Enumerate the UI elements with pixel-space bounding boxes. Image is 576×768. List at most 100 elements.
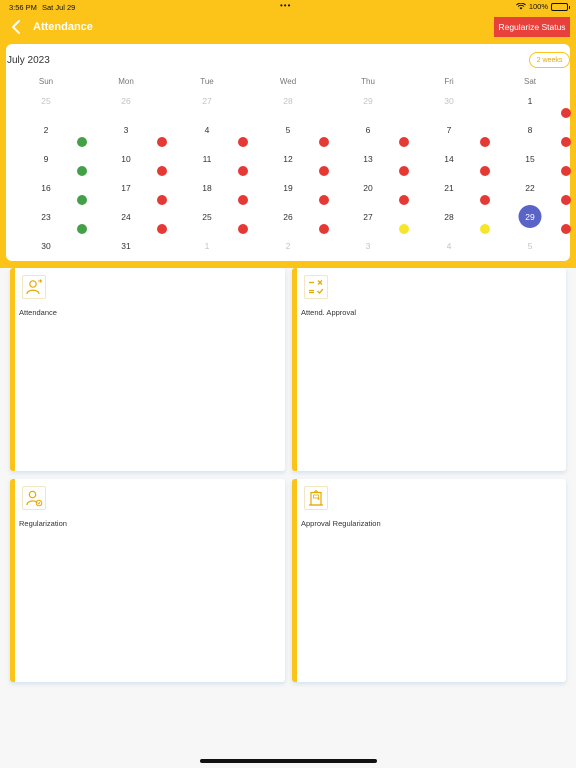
tile-label: Attendance — [19, 308, 57, 317]
status-right: 100% — [515, 2, 570, 11]
weekday-label: Sun — [38, 77, 54, 86]
day-cell[interactable]: 3 — [366, 241, 371, 251]
day-cell[interactable]: 28 — [444, 212, 453, 222]
absent-status-dot — [561, 195, 571, 205]
day-cell[interactable]: 25 — [41, 96, 50, 106]
approval-regularization-tile[interactable]: Approval Regularization — [292, 479, 566, 682]
partial-status-dot — [480, 224, 490, 234]
day-cell[interactable]: 27 — [363, 212, 372, 222]
day-cell[interactable]: 28 — [283, 96, 292, 106]
day-cell[interactable]: 1 — [528, 96, 533, 106]
calculator-approval-icon — [304, 275, 328, 299]
absent-status-dot — [561, 108, 571, 118]
day-cell[interactable]: 7 — [447, 125, 452, 135]
multitask-dots[interactable]: ••• — [280, 1, 291, 10]
weekday-label: Tue — [200, 77, 214, 86]
attendance-calendar: July 2023 2 weeks Sun Mon Tue Wed Thu Fri Sat 2… — [6, 44, 571, 261]
weekday-label: Thu — [361, 77, 375, 86]
day-cell[interactable]: 19 — [283, 183, 292, 193]
battery-icon — [551, 2, 570, 11]
status-date: Sat Jul 29 — [42, 3, 76, 12]
absent-status-dot — [157, 166, 167, 176]
absent-status-dot — [561, 224, 571, 234]
partial-status-dot — [399, 224, 409, 234]
day-cell[interactable]: 16 — [41, 183, 50, 193]
user-check-icon — [22, 486, 46, 510]
day-cell[interactable]: 5 — [528, 241, 533, 251]
absent-status-dot — [157, 195, 167, 205]
chevron-left-icon[interactable] — [10, 19, 24, 35]
day-cell[interactable]: 30 — [444, 96, 453, 106]
absent-status-dot — [238, 166, 248, 176]
wifi-icon — [515, 3, 526, 10]
user-attendance-icon — [22, 275, 46, 299]
status-time: 3:56 PM — [9, 3, 37, 12]
day-cell[interactable]: 25 — [202, 212, 211, 222]
absent-status-dot — [238, 195, 248, 205]
status-bar: 3:56 PM Sat Jul 29 ••• 100% — [0, 0, 576, 14]
day-cell[interactable]: 31 — [121, 241, 130, 251]
battery-percent: 100% — [528, 2, 548, 11]
absent-status-dot — [399, 137, 409, 147]
day-cell[interactable]: 20 — [363, 183, 372, 193]
absent-status-dot — [157, 137, 167, 147]
day-cell[interactable]: 30 — [41, 241, 50, 251]
absent-status-dot — [319, 166, 329, 176]
day-cell[interactable]: 2 — [286, 241, 291, 251]
regularization-tile[interactable]: Regularization — [10, 479, 285, 682]
absent-status-dot — [157, 224, 167, 234]
weekday-label: Mon — [118, 77, 134, 86]
present-status-dot — [77, 195, 87, 205]
day-cell[interactable]: 27 — [202, 96, 211, 106]
day-cell[interactable]: 5 — [286, 125, 291, 135]
day-cell[interactable]: 21 — [444, 183, 453, 193]
present-status-dot — [77, 137, 87, 147]
day-cell[interactable]: 18 — [202, 183, 211, 193]
day-cell[interactable]: 8 — [528, 125, 533, 135]
view-toggle-button[interactable]: 2 weeks — [529, 52, 570, 68]
weekday-label: Wed — [279, 77, 297, 86]
day-cell[interactable]: 22 — [525, 183, 534, 193]
day-cell[interactable]: 1 — [205, 241, 210, 251]
absent-status-dot — [319, 195, 329, 205]
absent-status-dot — [319, 224, 329, 234]
day-cell[interactable]: 14 — [444, 154, 453, 164]
absent-status-dot — [319, 137, 329, 147]
day-cell[interactable]: 29 — [363, 96, 372, 106]
day-cell[interactable]: 4 — [205, 125, 210, 135]
day-cell[interactable]: 23 — [41, 212, 50, 222]
day-cell[interactable]: 6 — [366, 125, 371, 135]
day-cell[interactable]: 13 — [363, 154, 372, 164]
day-cell[interactable]: 24 — [121, 212, 130, 222]
day-cell[interactable]: 4 — [447, 241, 452, 251]
home-indicator[interactable] — [200, 759, 377, 763]
day-cell[interactable]: 15 — [525, 154, 534, 164]
absent-status-dot — [399, 195, 409, 205]
day-cell[interactable]: 10 — [121, 154, 130, 164]
absent-status-dot — [238, 137, 248, 147]
tile-label: Approval Regularization — [301, 519, 381, 528]
attendance-tile[interactable]: Attendance — [10, 268, 285, 471]
day-cell[interactable]: 26 — [283, 212, 292, 222]
weekday-label: Sat — [523, 77, 537, 86]
month-title: July 2023 — [7, 55, 50, 66]
present-status-dot — [77, 224, 87, 234]
day-cell[interactable]: 11 — [203, 154, 212, 164]
day-cell[interactable]: 9 — [44, 154, 49, 164]
absent-status-dot — [480, 195, 490, 205]
absent-status-dot — [561, 137, 571, 147]
day-cell[interactable]: 12 — [283, 154, 292, 164]
present-status-dot — [77, 166, 87, 176]
day-cell[interactable]: 17 — [121, 183, 130, 193]
day-cell[interactable]: 2 — [44, 125, 49, 135]
today-day-cell[interactable]: 29 — [518, 205, 542, 228]
day-cell[interactable]: 26 — [121, 96, 130, 106]
absent-status-dot — [561, 166, 571, 176]
tile-label: Attend. Approval — [301, 308, 357, 317]
regularize-status-button[interactable]: Regularize Status — [494, 17, 570, 37]
absent-status-dot — [238, 224, 248, 234]
absent-status-dot — [399, 166, 409, 176]
day-cell[interactable]: 3 — [124, 125, 129, 135]
attendance-approval-tile[interactable]: Attend. Approval — [292, 268, 566, 471]
weekday-label: Fri — [444, 77, 454, 86]
